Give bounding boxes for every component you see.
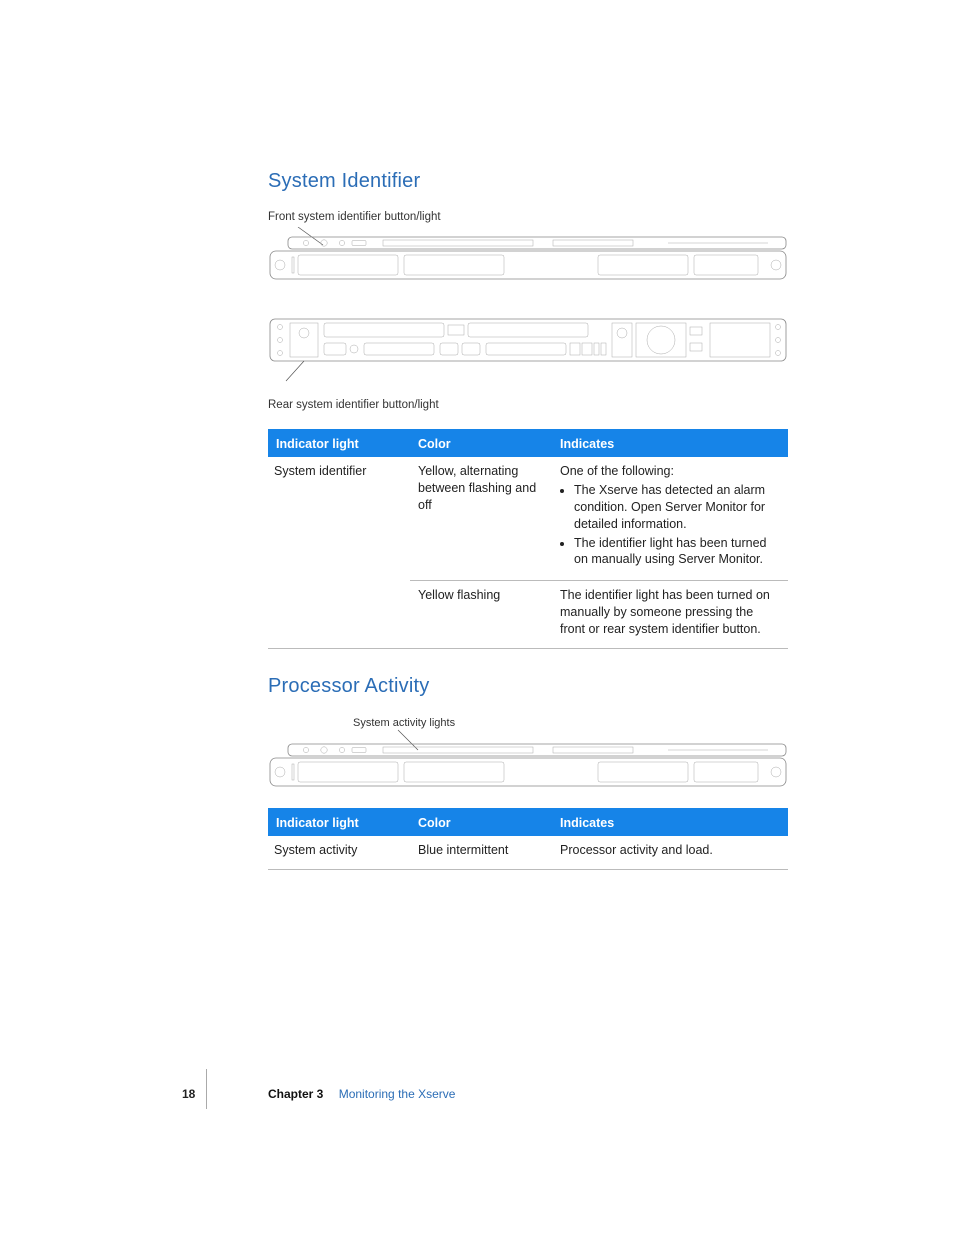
cell-light: System identifier (268, 457, 410, 581)
chapter-label: Chapter 3 (268, 1087, 323, 1101)
table-system-identifier: Indicator light Color Indicates System i… (268, 429, 788, 649)
table-header: Indicates (552, 809, 788, 836)
indicates-bullets: The Xserve has detected an alarm conditi… (560, 482, 780, 568)
table-header: Indicator light (268, 809, 410, 836)
table-header: Indicator light (268, 430, 410, 457)
page: System Identifier Front system identifie… (0, 0, 954, 1235)
table-header: Color (410, 809, 552, 836)
caption-rear-identifier: Rear system identifier button/light (268, 399, 789, 411)
cell-color: Blue intermittent (410, 836, 552, 869)
cell-indicates: Processor activity and load. (552, 836, 788, 869)
heading-processor-activity: Processor Activity (268, 675, 789, 698)
diagram-front-panel-activity: System activity lights (268, 716, 788, 794)
table-row: System identifier Yellow, alternating be… (268, 457, 788, 581)
cell-indicates: The identifier light has been turned on … (552, 581, 788, 649)
cell-indicates: One of the following: The Xserve has det… (552, 457, 788, 581)
table-processor-activity: Indicator light Color Indicates System a… (268, 808, 788, 870)
caption-activity-lights: System activity lights (353, 717, 456, 729)
diagram-rear-panel (268, 315, 788, 385)
table-header: Color (410, 430, 552, 457)
cell-light (268, 581, 410, 649)
page-footer: 18 Chapter 3 Monitoring the Xserve (0, 1091, 954, 1115)
table-header: Indicates (552, 430, 788, 457)
indicates-lead: One of the following: (560, 464, 674, 478)
table-row: System activity Blue intermittent Proces… (268, 836, 788, 869)
table-row: Yellow flashing The identifier light has… (268, 581, 788, 649)
list-item: The identifier light has been turned on … (574, 535, 780, 569)
page-number: 18 (182, 1087, 195, 1101)
diagram-front-panel (268, 227, 788, 287)
heading-system-identifier: System Identifier (268, 170, 789, 193)
cell-color: Yellow, alternating between flashing and… (410, 457, 552, 581)
cell-light: System activity (268, 836, 410, 869)
chapter-title: Monitoring the Xserve (339, 1087, 456, 1101)
list-item: The Xserve has detected an alarm conditi… (574, 482, 780, 533)
caption-front-identifier: Front system identifier button/light (268, 211, 789, 223)
cell-color: Yellow flashing (410, 581, 552, 649)
